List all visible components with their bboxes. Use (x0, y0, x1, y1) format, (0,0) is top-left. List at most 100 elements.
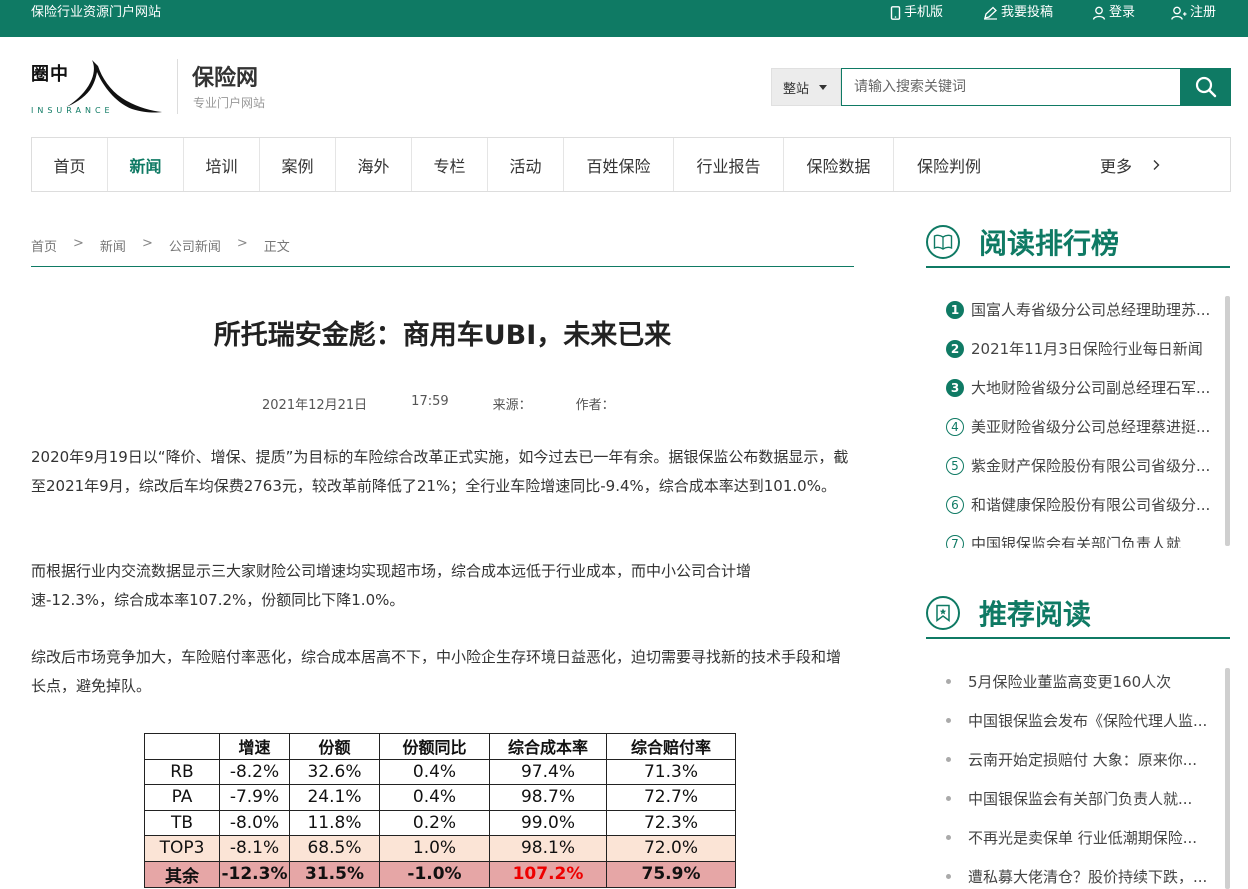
breadcrumb-company-news[interactable]: 公司新闻 (169, 236, 221, 255)
recommended-item[interactable]: 中国银保监会发布《保险代理人监... (946, 701, 1224, 740)
search-button[interactable] (1180, 68, 1231, 106)
nav-item-events[interactable]: 活动 (488, 138, 564, 191)
bullet-icon (946, 757, 951, 762)
mobile-link-label: 手机版 (904, 5, 944, 20)
chevron-right-icon (1153, 159, 1160, 170)
table-cell: 72.0% (606, 835, 736, 862)
nav-item-industry-reports[interactable]: 行业报告 (674, 138, 784, 191)
nav-item-consumer-insurance[interactable]: 百姓保险 (564, 138, 674, 191)
recommended-item[interactable]: 遭私募大佬清仓？股价持续下跌，... (946, 857, 1224, 889)
nav-item-cases[interactable]: 案例 (260, 138, 336, 191)
rank-badge: 4 (946, 417, 964, 436)
ranking-item[interactable]: 2 2021年11月3日保险行业每日新闻 (946, 329, 1224, 368)
table-cell: RB (144, 758, 220, 785)
table-cell: TB (144, 809, 220, 836)
breadcrumb-home[interactable]: 首页 (31, 236, 57, 255)
nav-item-insurance-cases[interactable]: 保险判例 (894, 138, 1004, 191)
recommended-item[interactable]: 云南开始定损赔付 大象：原来你... (946, 740, 1224, 779)
table-cell: TOP3 (144, 835, 220, 862)
search-input[interactable] (841, 68, 1181, 106)
table-cell: -7.9% (219, 784, 290, 811)
brand-subtitle: 专业门户网站 (193, 96, 266, 110)
logo-divider (177, 59, 178, 114)
recommended-item-label: 遭私募大佬清仓？股价持续下跌，... (968, 868, 1208, 886)
register-link[interactable]: 注册 (1171, 5, 1216, 21)
phone-icon (890, 6, 901, 20)
recommended-item-label: 云南开始定损赔付 大象：原来你... (968, 751, 1198, 769)
login-link-label: 登录 (1109, 5, 1136, 20)
breadcrumb-divider (31, 266, 854, 267)
rank-badge: 2 (946, 339, 964, 358)
table-header-cell: 份额同比 (379, 733, 490, 760)
ranking-item[interactable]: 5 紫金财产保险股份有限公司省级分... (946, 446, 1224, 485)
table-cell: 71.3% (606, 758, 736, 785)
recommended-item[interactable]: 中国银保监会有关部门负责人就... (946, 779, 1224, 818)
table-cell: 68.5% (289, 835, 380, 862)
nav-item-insurance-data[interactable]: 保险数据 (784, 138, 894, 191)
mobile-link[interactable]: 手机版 (890, 5, 943, 21)
submit-link[interactable]: 我要投稿 (983, 5, 1053, 21)
table-row-others: 其余 -12.3% 31.5% -1.0% 107.2% 75.9% (144, 860, 736, 888)
ranking-scrollbar[interactable] (1225, 296, 1230, 546)
table-header-cell: 份额 (289, 733, 380, 760)
table-cell: 72.7% (606, 784, 736, 811)
table-cell: -8.0% (219, 809, 290, 836)
table-cell: 98.7% (489, 784, 607, 811)
recommended-item[interactable]: 5月保险业董监高变更160人次 (946, 662, 1224, 701)
ranking-item[interactable]: 6 和谐健康保险股份有限公司省级分... (946, 485, 1224, 524)
breadcrumb-news[interactable]: 新闻 (100, 236, 126, 255)
article-author-label: 作者： (575, 398, 615, 413)
pen-icon (984, 6, 997, 20)
login-link[interactable]: 登录 (1092, 5, 1135, 21)
bullet-icon (946, 679, 951, 684)
nav-item-columns[interactable]: 专栏 (412, 138, 488, 191)
ranking-item-label: 紫金财产保险股份有限公司省级分... (971, 457, 1211, 475)
brand-name: 保险网 (192, 66, 259, 91)
bullet-icon (946, 718, 951, 723)
search-icon (1195, 76, 1216, 98)
search-scope-select[interactable]: 整站 (771, 68, 841, 106)
recommended-list: 5月保险业董监高变更160人次 中国银保监会发布《保险代理人监... 云南开始定… (946, 662, 1224, 889)
table-cell: 72.3% (606, 809, 736, 836)
table-cell: 97.4% (489, 758, 607, 785)
table-header-cell: 综合成本率 (489, 733, 607, 760)
table-cell: 32.6% (289, 758, 380, 785)
ranking-title: 阅读排行榜 (979, 227, 1120, 260)
search-scope-label: 整站 (783, 81, 810, 97)
breadcrumb-separator: > (73, 236, 84, 251)
recommended-divider (926, 637, 1230, 639)
table-cell: PA (144, 784, 220, 811)
nav-item-training[interactable]: 培训 (184, 138, 260, 191)
table-cell: 99.0% (489, 809, 607, 836)
recommended-header: 推荐阅读 (926, 593, 1091, 633)
article-time: 17:59 (411, 394, 449, 409)
table-cell: -8.2% (219, 758, 290, 785)
site-name: 保险行业资源门户网站 (31, 5, 162, 20)
register-link-label: 注册 (1190, 5, 1217, 20)
table-cell: 11.8% (289, 809, 380, 836)
ranking-item[interactable]: 4 美亚财险省级分公司总经理蔡进挺... (946, 407, 1224, 446)
book-icon (926, 225, 960, 259)
bullet-icon (946, 796, 951, 801)
main-nav: 首页 新闻 培训 案例 海外 专栏 活动 百姓保险 行业报告 保险数据 保险判例… (31, 137, 1231, 192)
nav-more-button[interactable]: 更多 (1100, 138, 1230, 191)
recommended-item[interactable]: 不再光是卖保单 行业低潮期保险... (946, 818, 1224, 857)
nav-item-overseas[interactable]: 海外 (336, 138, 412, 191)
bookmark-icon (926, 596, 960, 630)
table-row-top3: TOP3 -8.1% 68.5% 1.0% 98.1% 72.0% (144, 835, 736, 862)
article-paragraph: 2020年9月19日以“降价、增保、提质”为目标的车险综合改革正式实施，如今过去… (31, 448, 849, 495)
breadcrumb: 首页 > 新闻 > 公司新闻 > 正文 (31, 236, 306, 255)
breadcrumb-current: 正文 (263, 240, 290, 255)
ranking-item[interactable]: 3 大地财险省级分公司副总经理石军... (946, 368, 1224, 407)
ranking-item-label: 美亚财险省级分公司总经理蔡进挺... (971, 418, 1211, 436)
top-bar: 保险行业资源门户网站 手机版 我要投稿 登录 注册 (0, 0, 1248, 37)
table-header-cell (144, 733, 220, 760)
table-header-cell: 综合赔付率 (606, 733, 736, 760)
ranking-item[interactable]: 1 国富人寿省级分公司总经理助理苏... (946, 290, 1224, 329)
recommended-scrollbar[interactable] (1225, 668, 1230, 889)
table-row: TB -8.0% 11.8% 0.2% 99.0% 72.3% (144, 809, 736, 836)
ranking-item[interactable]: 7 中国银保监会有关部门负责人就 (946, 524, 1224, 548)
nav-item-news[interactable]: 新闻 (108, 138, 184, 191)
article-meta: 2021年12月21日 17:59 来源： 作者： (262, 394, 659, 413)
nav-item-home[interactable]: 首页 (32, 138, 108, 191)
